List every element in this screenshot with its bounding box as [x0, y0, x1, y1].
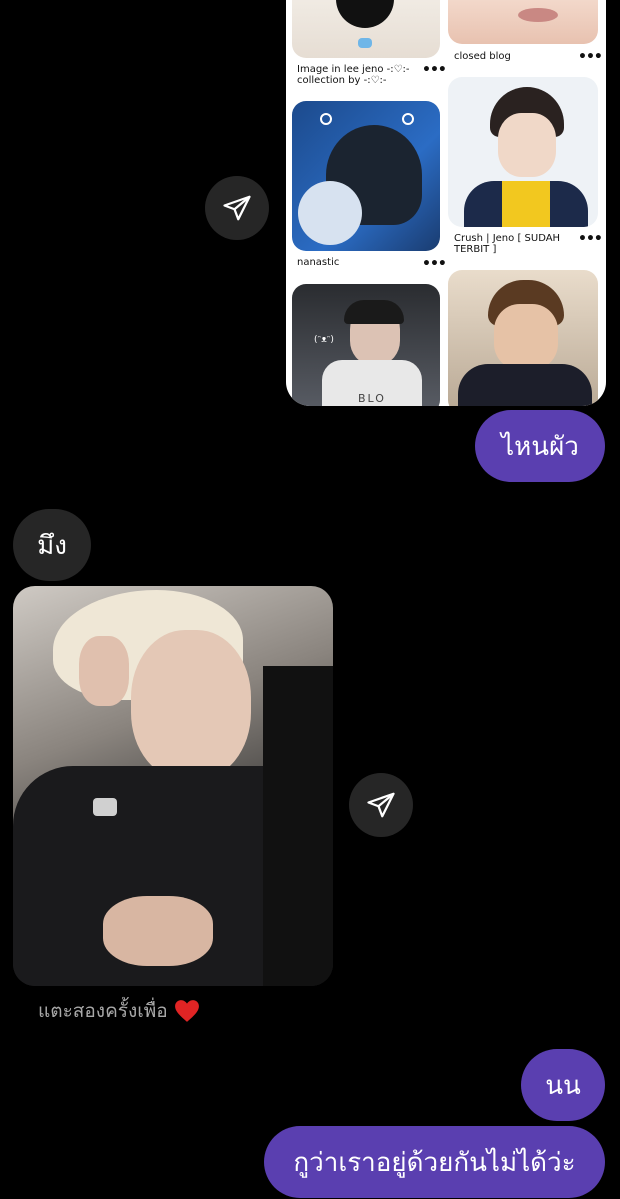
paper-plane-icon [223, 195, 251, 221]
pin-overlay-doodle: (ᵔᴥᵔ) [314, 335, 334, 345]
message-text: มึง [37, 530, 67, 561]
shared-post-card[interactable]: Image in lee jeno -:♡:- collection by -:… [286, 0, 606, 406]
hint-text: แตะสองครั้งเพื่อ [38, 1000, 168, 1022]
heart-icon [174, 1000, 199, 1022]
shared-photo[interactable] [13, 586, 333, 986]
pin-caption-2: closed blog [454, 51, 511, 62]
pin-caption-4: Crush | Jeno [ SUDAH TERBIT ] [454, 233, 561, 255]
pin-caption-3: nanastic [297, 257, 340, 268]
more-options-icon[interactable]: ••• [422, 256, 447, 272]
share-button[interactable] [349, 773, 413, 837]
pin-caption-1: Image in lee jeno -:♡:- collection by -:… [297, 64, 410, 86]
outgoing-message[interactable]: กูว่าเราอยู่ด้วยกันไม่ได้ว่ะ [264, 1126, 605, 1198]
pin-image-4[interactable] [448, 77, 598, 227]
outgoing-message[interactable]: นน [521, 1049, 605, 1121]
double-tap-hint[interactable]: แตะสองครั้งเพื่อ [38, 996, 200, 1026]
share-button[interactable] [205, 176, 269, 240]
incoming-message[interactable]: มึง [13, 509, 91, 581]
pin-image-3[interactable] [292, 101, 440, 251]
pin-image-6[interactable] [448, 270, 598, 406]
pin-image-1[interactable] [292, 0, 440, 58]
outgoing-message[interactable]: ไหนผัว [475, 410, 605, 482]
more-options-icon[interactable]: ••• [578, 49, 603, 65]
pin-image-2[interactable] [448, 0, 598, 44]
more-options-icon[interactable]: ••• [578, 231, 603, 247]
pin-overlay-shirt: BLO [358, 392, 386, 405]
message-text: กูว่าเราอยู่ด้วยกันไม่ได้ว่ะ [293, 1147, 576, 1178]
message-text: นน [545, 1070, 581, 1101]
more-options-icon[interactable]: ••• [422, 62, 447, 78]
paper-plane-icon [367, 792, 395, 818]
pin-image-5[interactable]: (ᵔᴥᵔ) BLO [292, 284, 440, 406]
message-text: ไหนผัว [501, 431, 579, 462]
